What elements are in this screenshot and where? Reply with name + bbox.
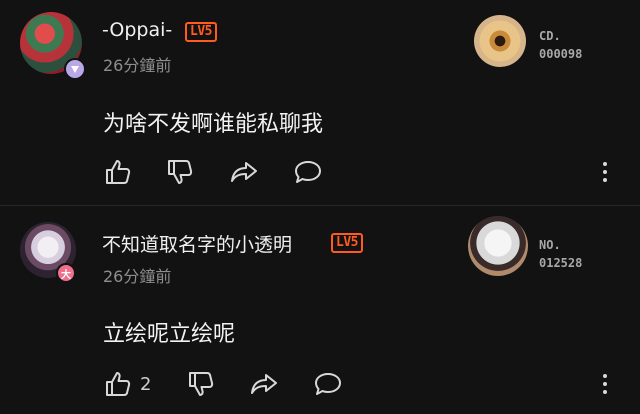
timestamp: 26分鐘前 xyxy=(103,267,172,286)
thumbs-up-icon xyxy=(106,160,131,184)
share-icon xyxy=(251,374,277,394)
fan-number-value: 000098 xyxy=(539,47,583,61)
like-button[interactable] xyxy=(104,154,132,190)
reply-icon xyxy=(295,161,321,183)
member-badge: 大 xyxy=(56,263,76,283)
verified-badge-icon xyxy=(64,58,86,80)
timestamp: 26分鐘前 xyxy=(103,56,172,75)
fan-number: NO. 012528 xyxy=(539,236,582,272)
like-count: 2 xyxy=(140,373,152,395)
reply-button[interactable] xyxy=(313,366,343,402)
thumbs-down-icon xyxy=(189,372,214,396)
comment-item: -Oppai- LV5 26分鐘前 为啥不发啊谁能私聊我 CD. 000098 xyxy=(0,0,640,205)
comment-actions xyxy=(0,154,640,190)
share-button[interactable] xyxy=(229,154,259,190)
thumbs-down-icon xyxy=(168,160,193,184)
share-icon xyxy=(231,162,257,182)
fan-number-prefix: CD. xyxy=(539,29,561,43)
dislike-button[interactable] xyxy=(187,366,215,402)
comment-text: 为啥不发啊谁能私聊我 xyxy=(103,112,324,137)
like-button[interactable]: 2 xyxy=(104,366,151,402)
fan-number-prefix: NO. xyxy=(539,238,561,252)
comment-text: 立绘呢立绘呢 xyxy=(103,322,236,347)
more-icon[interactable] xyxy=(596,159,614,185)
comment-item: 大 不知道取名字的小透明 LV5 26分鐘前 立绘呢立绘呢 NO. 012528… xyxy=(0,206,640,414)
fan-number: CD. 000098 xyxy=(539,27,582,63)
fan-medal[interactable] xyxy=(474,15,526,67)
level-badge: LV5 xyxy=(331,233,363,253)
level-badge: LV5 xyxy=(185,22,217,42)
thumbs-up-icon xyxy=(106,372,131,396)
reply-icon xyxy=(315,373,341,395)
fan-number-value: 012528 xyxy=(539,256,583,270)
username[interactable]: -Oppai- xyxy=(102,19,172,41)
more-icon[interactable] xyxy=(596,371,614,397)
comment-actions: 2 xyxy=(0,366,640,402)
fan-medal[interactable] xyxy=(468,216,528,276)
share-button[interactable] xyxy=(249,366,279,402)
reply-button[interactable] xyxy=(293,154,323,190)
dislike-button[interactable] xyxy=(166,154,194,190)
username[interactable]: 不知道取名字的小透明 xyxy=(102,230,292,257)
